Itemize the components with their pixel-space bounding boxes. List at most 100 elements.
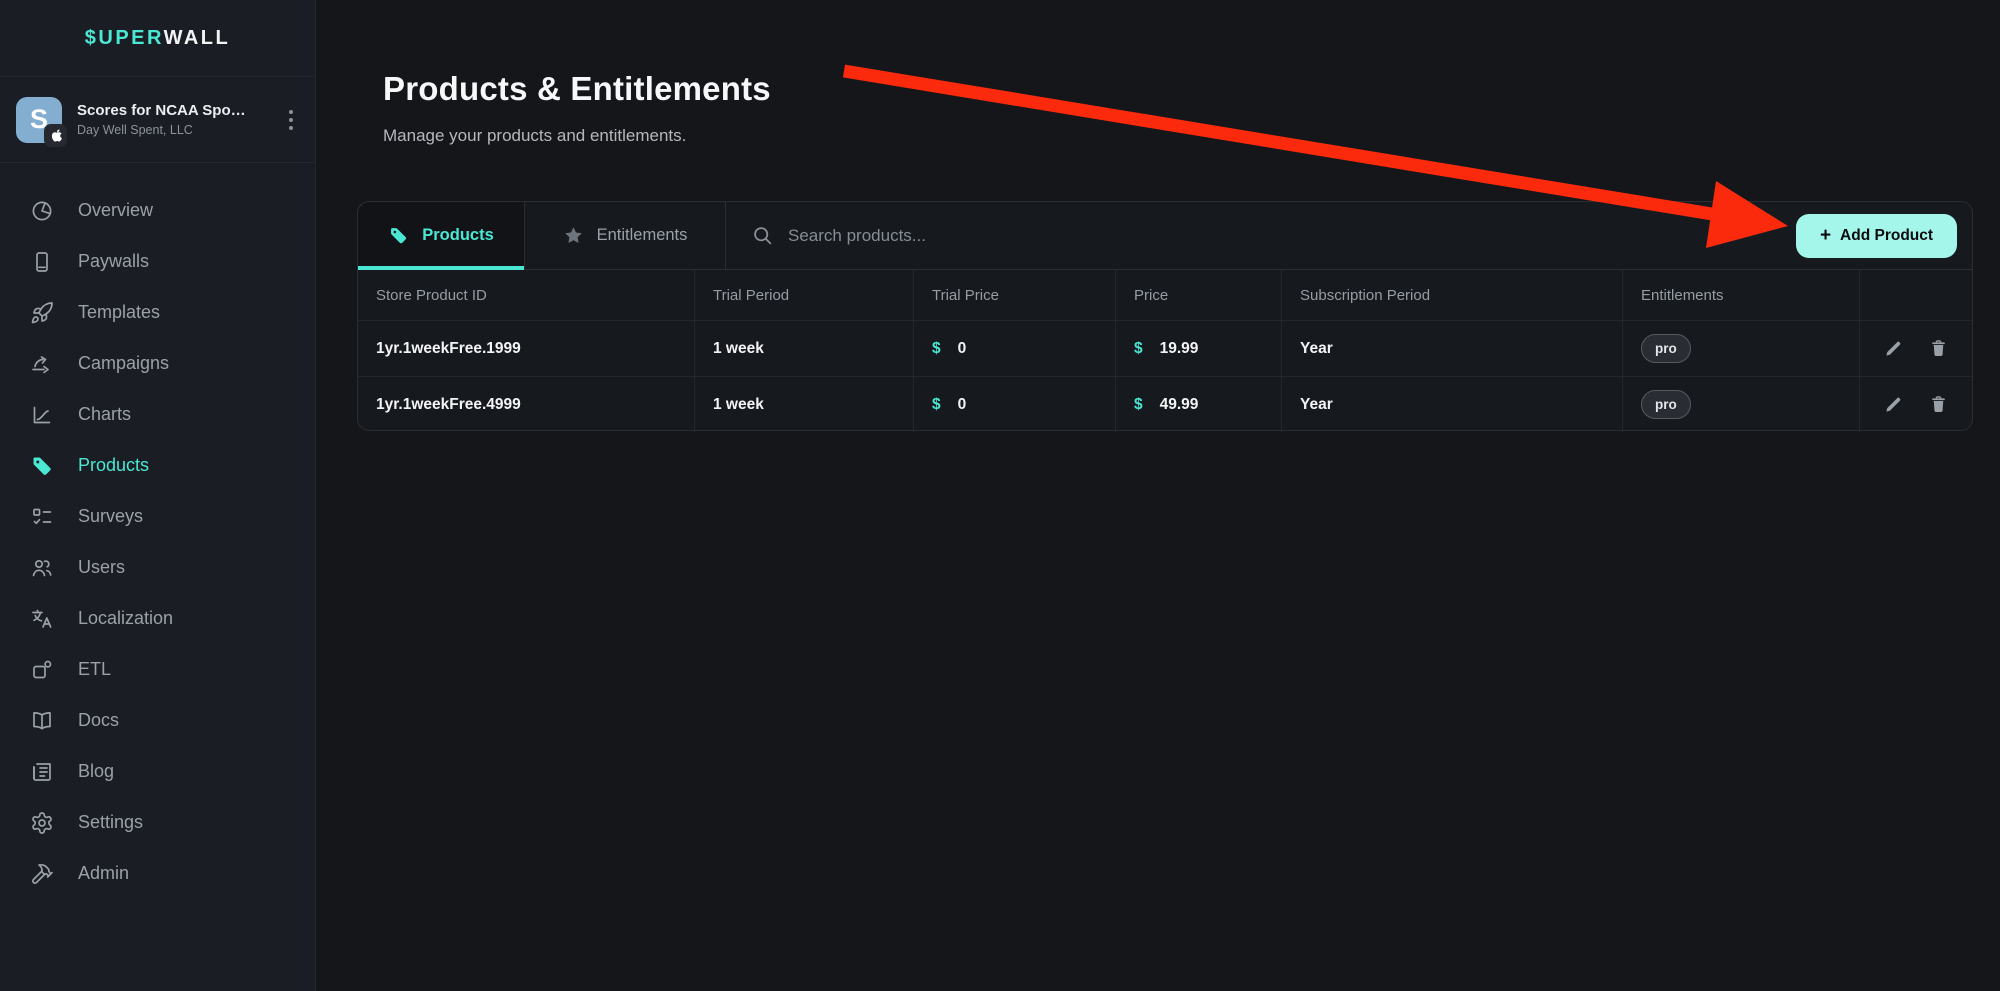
entitlement-badge: pro (1641, 334, 1691, 363)
trash-icon (1929, 395, 1948, 414)
page-title: Products & Entitlements (383, 70, 771, 108)
star-icon (563, 225, 584, 246)
entitlement-badge: pro (1641, 390, 1691, 419)
cell-trial-period: 1 week (695, 377, 914, 432)
cell-entitlements: pro (1623, 321, 1860, 376)
column-header-trial-period: Trial Period (695, 270, 914, 320)
price-value: 19.99 (1160, 340, 1199, 358)
sidebar-item-admin[interactable]: Admin (0, 848, 315, 899)
trial-price-value: 0 (958, 396, 967, 414)
cell-trial-period: 1 week (695, 321, 914, 376)
delete-product-button[interactable] (1927, 393, 1950, 416)
sidebar-item-products[interactable]: Products (0, 440, 315, 491)
add-product-button[interactable]: + Add Product (1796, 214, 1957, 258)
main-content: Products & Entitlements Manage your prod… (316, 0, 2000, 991)
sidebar-item-surveys[interactable]: Surveys (0, 491, 315, 542)
sidebar-item-label: Products (78, 455, 149, 476)
sidebar-item-label: Charts (78, 404, 131, 425)
sidebar-item-paywalls[interactable]: Paywalls (0, 236, 315, 287)
column-header-subscription-period: Subscription Period (1282, 270, 1623, 320)
tab-entitlements[interactable]: Entitlements (525, 202, 726, 269)
cell-subscription-period: Year (1282, 321, 1623, 376)
flow-arrow-icon (30, 352, 54, 376)
book-icon (30, 709, 54, 733)
sidebar-item-label: Localization (78, 608, 173, 629)
sidebar-nav: Overview Paywalls Templates Campaigns Ch… (0, 163, 315, 899)
app-switcher[interactable]: S Scores for NCAA Spo… Day Well Spent, L… (0, 77, 315, 163)
tab-label: Products (422, 226, 494, 245)
sidebar-item-label: Templates (78, 302, 160, 323)
superwall-logo[interactable]: $UPERWALL (0, 0, 315, 77)
app-name: Scores for NCAA Spo… (77, 102, 285, 119)
column-header-trial-price: Trial Price (914, 270, 1116, 320)
sidebar-item-charts[interactable]: Charts (0, 389, 315, 440)
add-product-label: Add Product (1840, 227, 1933, 245)
pencil-icon (1884, 395, 1903, 414)
sidebar-item-blog[interactable]: Blog (0, 746, 315, 797)
sidebar-item-campaigns[interactable]: Campaigns (0, 338, 315, 389)
column-header-entitlements: Entitlements (1623, 270, 1860, 320)
org-name: Day Well Spent, LLC (77, 123, 285, 137)
column-header-actions (1860, 270, 1972, 320)
hammer-icon (30, 862, 54, 886)
cell-price: $19.99 (1116, 321, 1282, 376)
translate-icon (30, 607, 54, 631)
table-row: 1yr.1weekFree.1999 1 week $0 $19.99 Year… (358, 320, 1972, 376)
delete-product-button[interactable] (1927, 337, 1950, 360)
checklist-icon (30, 505, 54, 529)
sidebar-item-users[interactable]: Users (0, 542, 315, 593)
cell-trial-price: $0 (914, 377, 1116, 432)
sidebar-item-label: Paywalls (78, 251, 149, 272)
currency-symbol: $ (1134, 396, 1143, 414)
rocket-icon (30, 301, 54, 325)
search-icon (752, 225, 773, 246)
superwall-dashboard: $UPERWALL S Scores for NCAA Spo… Day Wel… (0, 0, 2000, 991)
table-row: 1yr.1weekFree.4999 1 week $0 $49.99 Year… (358, 376, 1972, 432)
sidebar-item-label: ETL (78, 659, 111, 680)
app-meta: Scores for NCAA Spo… Day Well Spent, LLC (77, 102, 285, 137)
sidebar-item-label: Surveys (78, 506, 143, 527)
currency-symbol: $ (932, 396, 941, 414)
tab-products[interactable]: Products (358, 202, 525, 269)
sidebar-item-overview[interactable]: Overview (0, 185, 315, 236)
sidebar-item-templates[interactable]: Templates (0, 287, 315, 338)
gear-icon (30, 811, 54, 835)
logo-rest-text: WALL (164, 27, 231, 49)
sidebar-item-docs[interactable]: Docs (0, 695, 315, 746)
app-icon: S (16, 97, 62, 143)
page-subtitle: Manage your products and entitlements. (383, 126, 686, 146)
sidebar-item-localization[interactable]: Localization (0, 593, 315, 644)
app-switcher-menu-icon[interactable] (285, 106, 297, 134)
sidebar-item-label: Campaigns (78, 353, 169, 374)
users-icon (30, 556, 54, 580)
cell-actions (1860, 321, 1972, 376)
price-value: 49.99 (1160, 396, 1199, 414)
sidebar-item-label: Docs (78, 710, 119, 731)
cell-subscription-period: Year (1282, 377, 1623, 432)
line-chart-icon (30, 403, 54, 427)
sidebar-item-label: Overview (78, 200, 153, 221)
sidebar-item-label: Blog (78, 761, 114, 782)
tag-icon (30, 454, 54, 478)
currency-symbol: $ (932, 340, 941, 358)
plus-icon: + (1820, 226, 1831, 245)
edit-product-button[interactable] (1882, 393, 1905, 416)
sidebar-item-etl[interactable]: ETL (0, 644, 315, 695)
pie-chart-icon (30, 199, 54, 223)
column-header-store-product-id: Store Product ID (358, 270, 695, 320)
sidebar-item-settings[interactable]: Settings (0, 797, 315, 848)
search-input[interactable] (788, 226, 1068, 246)
cell-store-product-id: 1yr.1weekFree.4999 (358, 377, 695, 432)
products-panel: Products Entitlements + Add Product (357, 201, 1973, 431)
edit-product-button[interactable] (1882, 337, 1905, 360)
pencil-icon (1884, 339, 1903, 358)
phone-icon (30, 250, 54, 274)
logo-text: $UPERWALL (85, 27, 230, 50)
cell-actions (1860, 377, 1972, 432)
cell-store-product-id: 1yr.1weekFree.1999 (358, 321, 695, 376)
tab-label: Entitlements (597, 226, 688, 245)
search-zone: + Add Product (726, 202, 1972, 269)
trash-icon (1929, 339, 1948, 358)
cell-entitlements: pro (1623, 377, 1860, 432)
trial-price-value: 0 (958, 340, 967, 358)
